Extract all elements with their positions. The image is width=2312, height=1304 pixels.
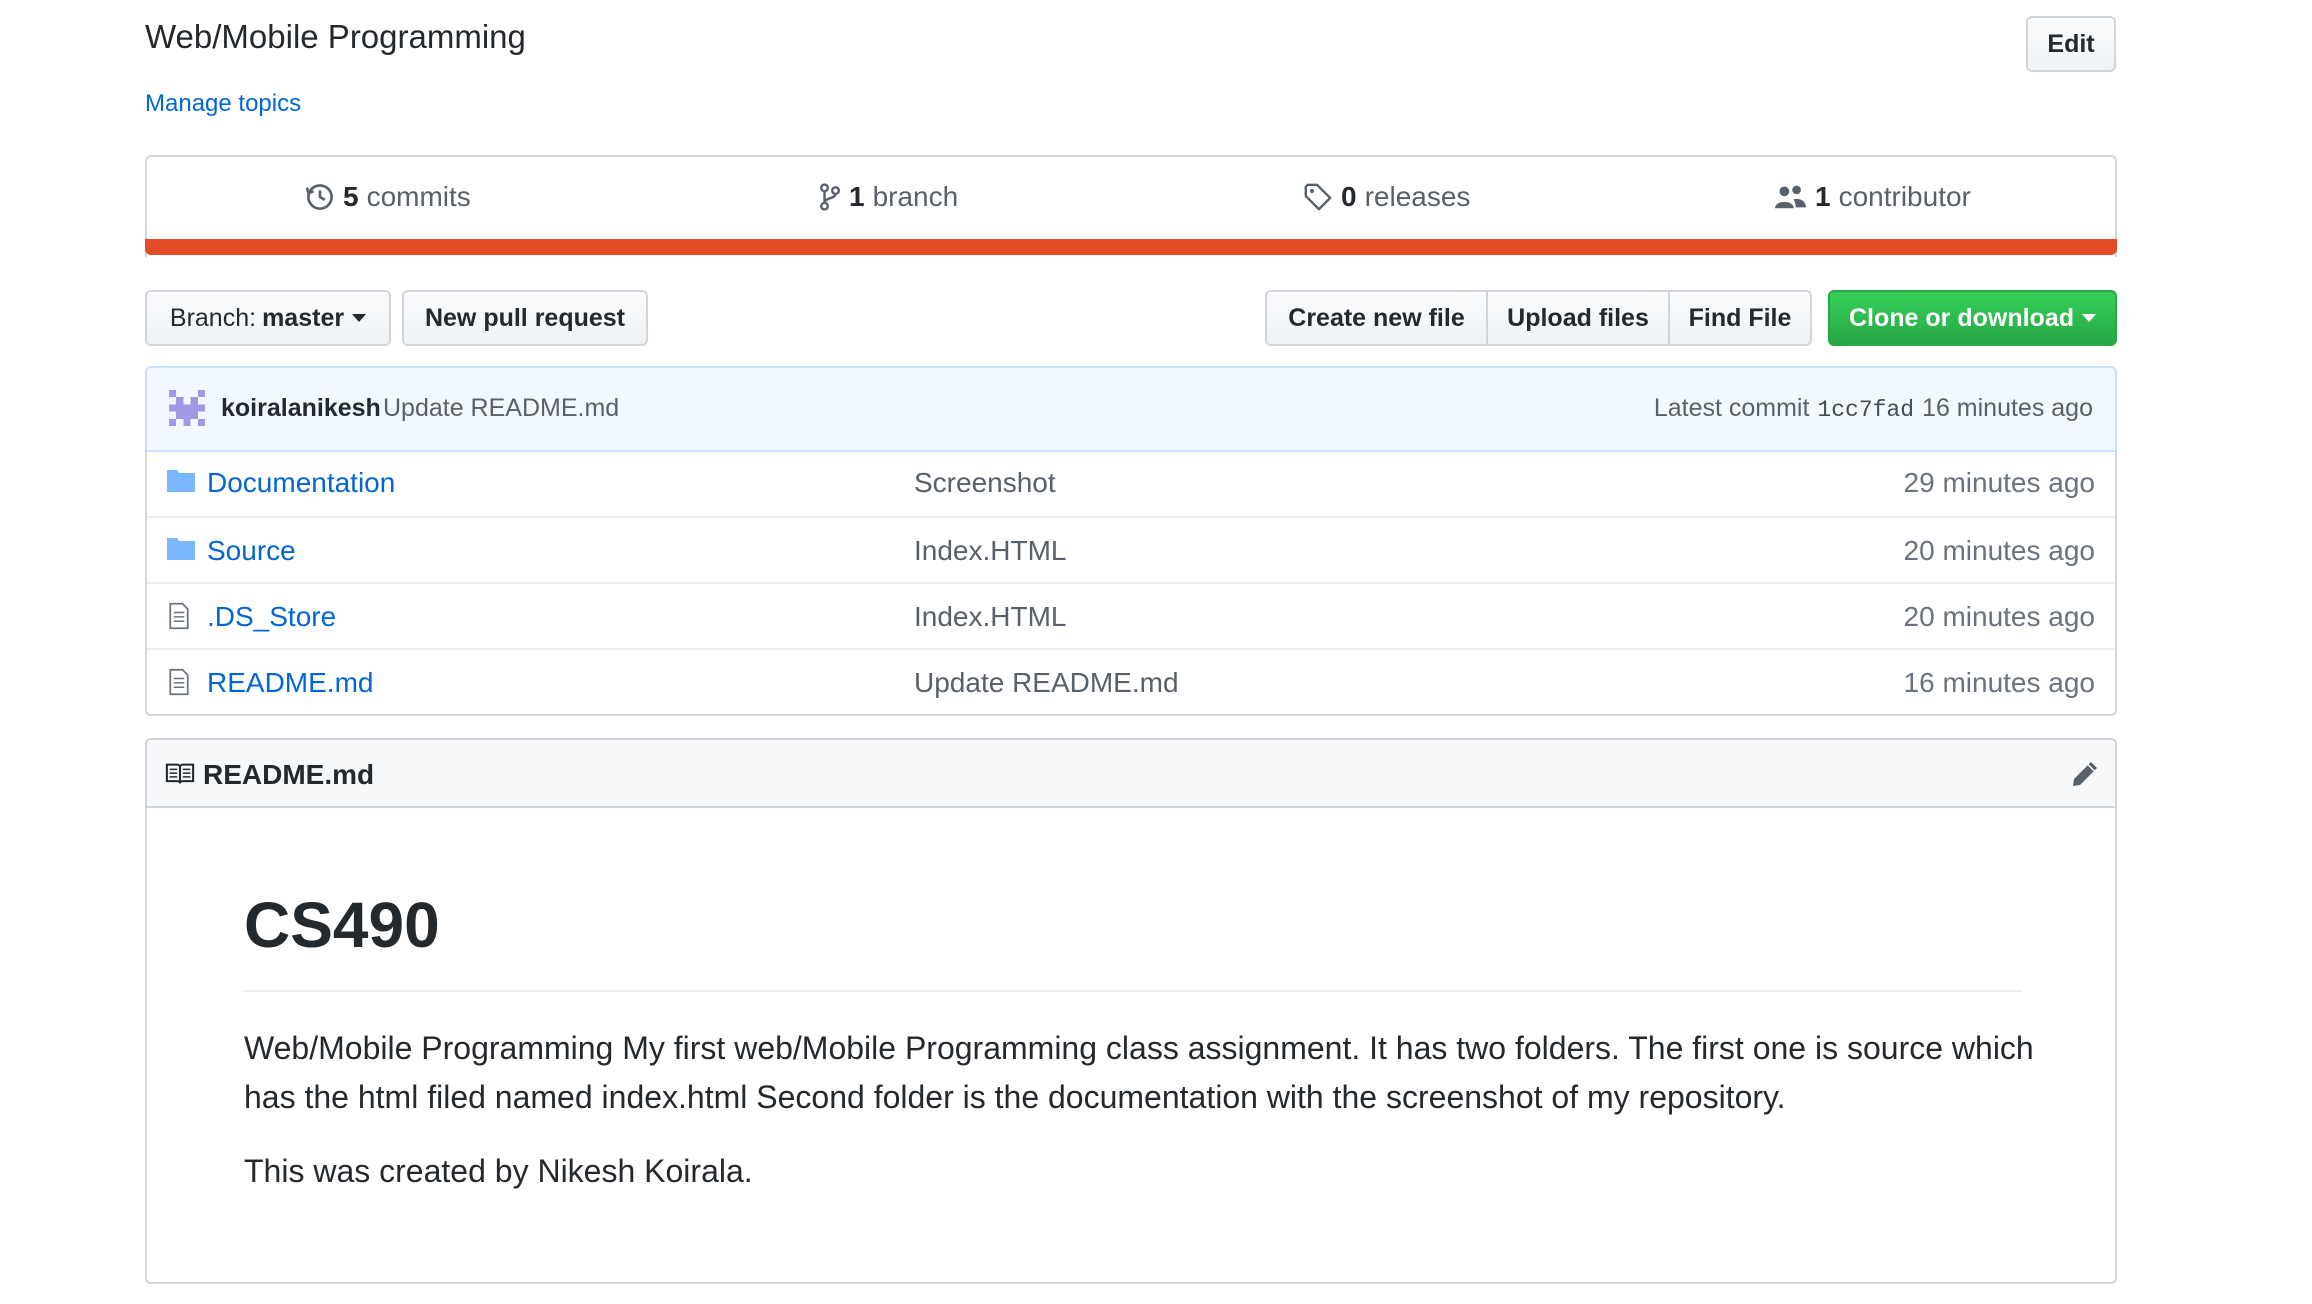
file-age: 29 minutes ago [1903,467,2095,498]
readme-heading: CS490 [244,889,440,961]
file-name-link[interactable]: .DS_Store [207,601,336,633]
file-commit-message[interactable]: Index.HTML [914,601,1067,633]
readme-header: README.md [147,740,2115,808]
commit-age: 16 minutes ago [1922,394,2093,422]
file-age: 16 minutes ago [1903,667,2095,698]
folder-icon [167,470,195,492]
repo-page: Web/Mobile Programming Manage topics Edi… [0,0,2312,1304]
git-branch-icon [820,183,840,211]
releases-link[interactable]: 0 releases [1303,181,1470,213]
file-name-link[interactable]: Source [207,535,296,567]
create-new-file-button[interactable]: Create new file [1265,290,1488,346]
latest-commit-bar: koiralanikesh Update README.md Latest co… [145,366,2117,452]
branches-link[interactable]: 1 branch [819,181,958,213]
new-pull-request-button[interactable]: New pull request [402,290,648,346]
manage-topics-link[interactable]: Manage topics [145,90,301,118]
branches-label: branch [872,181,959,212]
readme-paragraph: This was created by Nikesh Koirala. [244,1153,753,1189]
file-commit-message[interactable]: Screenshot [914,467,1056,499]
book-icon [165,763,195,784]
branches-count: 1 [849,181,865,212]
file-commit-message[interactable]: Update README.md [914,667,1179,699]
table-row: .DS_Store Index.HTML 20 minutes ago [147,582,2115,648]
avatar[interactable] [169,390,205,426]
caret-down-icon [352,314,367,322]
edit-button[interactable]: Edit [2026,16,2116,72]
latest-commit-info: Latest commit 1cc7fad 16 minutes ago [1654,394,2093,423]
commits-link[interactable]: 5 commits [305,181,471,213]
repo-description: Web/Mobile Programming [145,18,526,55]
file-name-link[interactable]: README.md [207,667,373,699]
commits-count: 5 [343,181,359,212]
branch-prefix: Branch: [169,303,257,332]
table-row: README.md Update README.md 16 minutes ag… [147,648,2115,714]
commit-sha[interactable]: 1cc7fad [1817,397,1914,423]
file-name-link[interactable]: Documentation [207,467,395,499]
readme-title: README.md [203,759,375,790]
tag-icon [1304,183,1332,211]
upload-files-button[interactable]: Upload files [1486,290,1670,346]
folder-icon [167,538,195,560]
language-bar[interactable] [145,239,2117,255]
branch-select-button[interactable]: Branch: master [145,290,391,346]
clone-label: Clone or download [1849,303,2074,332]
file-icon [169,668,189,696]
readme-divider [244,990,2022,992]
commit-message[interactable]: Update README.md [383,394,619,423]
table-row: Source Index.HTML 20 minutes ago [147,516,2115,582]
caret-down-icon [2082,314,2096,322]
commits-label: commits [366,181,471,212]
file-age: 20 minutes ago [1903,601,2095,632]
file-age: 20 minutes ago [1903,535,2095,566]
readme-paragraph: Web/Mobile Programming My first web/Mobi… [244,1030,2034,1115]
contributors-label: contributor [1838,181,1971,212]
readme-box: README.md CS490 Web/Mobile Programming M… [145,738,2117,1284]
branch-value: master [262,303,345,332]
latest-commit-label: Latest commit [1653,394,1810,422]
file-icon [169,602,189,630]
file-table: Documentation Screenshot 29 minutes ago … [145,450,2117,716]
clone-or-download-button[interactable]: Clone or download [1828,290,2117,346]
pencil-icon[interactable] [2071,760,2099,788]
contributors-link[interactable]: 1 contributor [1773,181,1971,213]
table-row: Documentation Screenshot 29 minutes ago [147,450,2115,516]
releases-label: releases [1364,181,1471,212]
contributors-count: 1 [1815,181,1831,212]
find-file-button[interactable]: Find File [1668,290,1812,346]
commit-author[interactable]: koiralanikesh [221,394,381,423]
file-commit-message[interactable]: Index.HTML [914,535,1067,567]
history-icon [305,184,333,210]
people-icon [1775,185,1806,209]
releases-count: 0 [1341,181,1357,212]
